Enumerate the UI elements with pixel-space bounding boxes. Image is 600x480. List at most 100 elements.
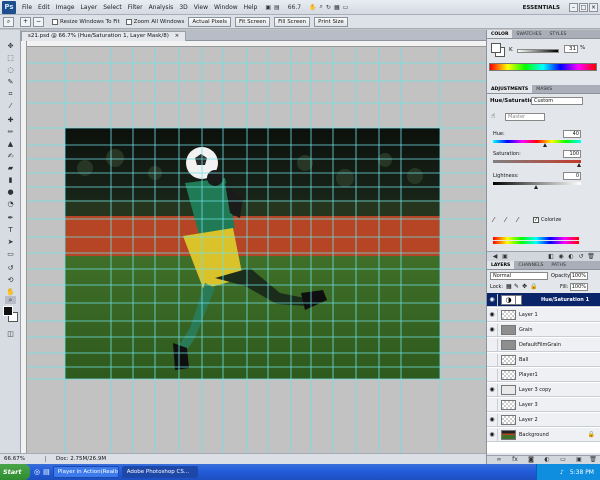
visibility-toggle[interactable]: ◉: [488, 429, 498, 441]
tab-adjustments[interactable]: ADJUSTMENTS: [487, 85, 533, 93]
visibility-toggle[interactable]: ◉: [488, 384, 498, 396]
blend-mode-select[interactable]: Normal: [490, 272, 548, 280]
fill-screen-button[interactable]: Fill Screen: [274, 16, 311, 27]
visibility-toggle[interactable]: [488, 369, 498, 381]
quick-launch-icon-2[interactable]: ▤: [43, 468, 50, 476]
hue-slider[interactable]: [493, 140, 581, 143]
lock-transparency-icon[interactable]: ▦: [506, 283, 512, 290]
return-icon[interactable]: ◀: [491, 253, 499, 260]
layer-row[interactable]: Ball: [487, 353, 600, 367]
saturation-slider[interactable]: [493, 160, 581, 163]
layer-row[interactable]: ◉ Grain: [487, 323, 600, 337]
opacity-field[interactable]: 100%: [570, 272, 588, 280]
tab-channels[interactable]: CHANNELS: [514, 261, 547, 269]
gradient-tool-icon[interactable]: ▮: [5, 176, 16, 184]
layer-row[interactable]: ◉ ◑ Hue/Saturation 1: [487, 293, 600, 307]
add-mask-icon[interactable]: ◙: [527, 456, 535, 463]
start-button[interactable]: Start: [0, 464, 30, 480]
arrange-icon[interactable]: ▦: [334, 4, 340, 11]
shape-tool-icon[interactable]: ▭: [5, 250, 16, 258]
color-swatches[interactable]: [3, 306, 18, 322]
layer-thumbnail[interactable]: [501, 385, 516, 395]
view-previous-icon[interactable]: ◐: [567, 253, 575, 260]
delete-layer-icon[interactable]: 🗑: [589, 456, 597, 463]
link-layers-icon[interactable]: ∞: [495, 456, 503, 463]
lock-paint-icon[interactable]: ✎: [514, 283, 519, 290]
colorize-checkbox[interactable]: ✓: [533, 217, 539, 223]
taskbar-item-photoshop[interactable]: Adobe Photoshop CS...: [121, 466, 198, 478]
color-spectrum-ramp[interactable]: [489, 63, 597, 71]
menu-layer[interactable]: Layer: [80, 4, 97, 11]
target-adjust-icon[interactable]: ☝: [491, 112, 495, 120]
3d-orbit-tool-icon[interactable]: ⟲: [5, 276, 16, 284]
visibility-toggle-icon[interactable]: ◉: [557, 253, 565, 260]
close-button[interactable]: ×: [589, 3, 598, 12]
menu-window[interactable]: Window: [214, 4, 238, 11]
canvas-area[interactable]: [21, 41, 486, 453]
new-group-icon[interactable]: ▭: [559, 456, 567, 463]
layer-thumbnail[interactable]: [501, 355, 516, 365]
eraser-tool-icon[interactable]: ▰: [5, 164, 16, 172]
zoom-tool-preset-icon[interactable]: ⌕: [3, 16, 14, 27]
new-layer-icon[interactable]: ▣: [575, 456, 583, 463]
fill-field[interactable]: 100%: [570, 283, 588, 291]
bridge-icon[interactable]: ▣: [265, 4, 271, 11]
layer-row[interactable]: ◉ Layer 3 copy: [487, 383, 600, 397]
fit-screen-button[interactable]: Fit Screen: [234, 16, 271, 27]
hue-value[interactable]: 40: [563, 130, 581, 138]
quick-mask-icon[interactable]: ◫: [5, 330, 16, 338]
layer-row[interactable]: ◉ Background 🔒: [487, 428, 600, 442]
visibility-toggle[interactable]: ◉: [488, 324, 498, 336]
visibility-toggle[interactable]: [488, 354, 498, 366]
layer-thumbnail[interactable]: ◑: [501, 295, 516, 305]
visibility-toggle[interactable]: ◉: [488, 414, 498, 426]
lock-all-icon[interactable]: 🔒: [530, 283, 537, 290]
new-adjustment-icon[interactable]: ◐: [543, 456, 551, 463]
k-channel-slider[interactable]: [517, 49, 559, 53]
type-tool-icon[interactable]: T: [5, 226, 16, 234]
actual-pixels-button[interactable]: Actual Pixels: [188, 16, 231, 27]
zoom-all-checkbox[interactable]: [125, 18, 132, 25]
layer-row[interactable]: Player1: [487, 368, 600, 382]
tab-masks[interactable]: MASKS: [532, 85, 556, 93]
layer-thumbnail[interactable]: [501, 310, 516, 320]
preset-select[interactable]: Custom: [531, 97, 583, 105]
visibility-toggle[interactable]: ◉: [488, 294, 498, 306]
hue-slider-thumb[interactable]: [543, 143, 548, 147]
menu-file[interactable]: File: [22, 4, 32, 11]
tab-layers[interactable]: LAYERS: [487, 261, 515, 269]
zoom-in-icon[interactable]: +: [20, 16, 31, 27]
layer-style-icon[interactable]: fx: [511, 456, 519, 463]
menu-help[interactable]: Help: [244, 4, 258, 11]
foreground-color-swatch[interactable]: [3, 306, 13, 316]
menu-edit[interactable]: Edit: [38, 4, 50, 11]
print-size-button[interactable]: Print Size: [314, 16, 348, 27]
close-tab-icon[interactable]: ×: [175, 33, 180, 39]
tab-paths[interactable]: PATHS: [547, 261, 569, 269]
pen-tool-icon[interactable]: ✒: [5, 214, 16, 222]
visibility-toggle[interactable]: ◉: [488, 309, 498, 321]
layer-thumbnail[interactable]: [501, 400, 516, 410]
eyedropper-tool-icon[interactable]: ⁄: [5, 102, 16, 110]
saturation-slider-thumb[interactable]: [577, 163, 581, 167]
lock-position-icon[interactable]: ✥: [522, 283, 527, 290]
k-channel-value[interactable]: 31: [564, 45, 578, 53]
screen-mode-icon[interactable]: ▭: [343, 4, 349, 11]
horizontal-ruler[interactable]: [21, 41, 486, 47]
lasso-tool-icon[interactable]: ◌: [5, 66, 16, 74]
move-tool-icon[interactable]: ✥: [5, 42, 16, 50]
clone-stamp-tool-icon[interactable]: ▲: [5, 140, 16, 148]
minimize-button[interactable]: –: [569, 3, 578, 12]
color-panel-fg-swatch[interactable]: [491, 43, 501, 53]
blur-tool-icon[interactable]: ●: [5, 188, 16, 196]
marquee-tool-icon[interactable]: ⬚: [5, 54, 16, 62]
resize-windows-checkbox[interactable]: [52, 18, 58, 25]
taskbar-item-player-in-action[interactable]: Player in Action(Realistic...: [52, 466, 119, 478]
menu-select[interactable]: Select: [103, 4, 122, 11]
visibility-toggle[interactable]: [488, 339, 498, 351]
delete-adjustment-icon[interactable]: 🗑: [587, 253, 595, 260]
dodge-tool-icon[interactable]: ◔: [5, 200, 16, 208]
crop-tool-icon[interactable]: ⌗: [5, 90, 16, 98]
rotate-icon[interactable]: ↻: [326, 4, 331, 11]
clip-to-layer-icon[interactable]: ◧: [547, 253, 555, 260]
